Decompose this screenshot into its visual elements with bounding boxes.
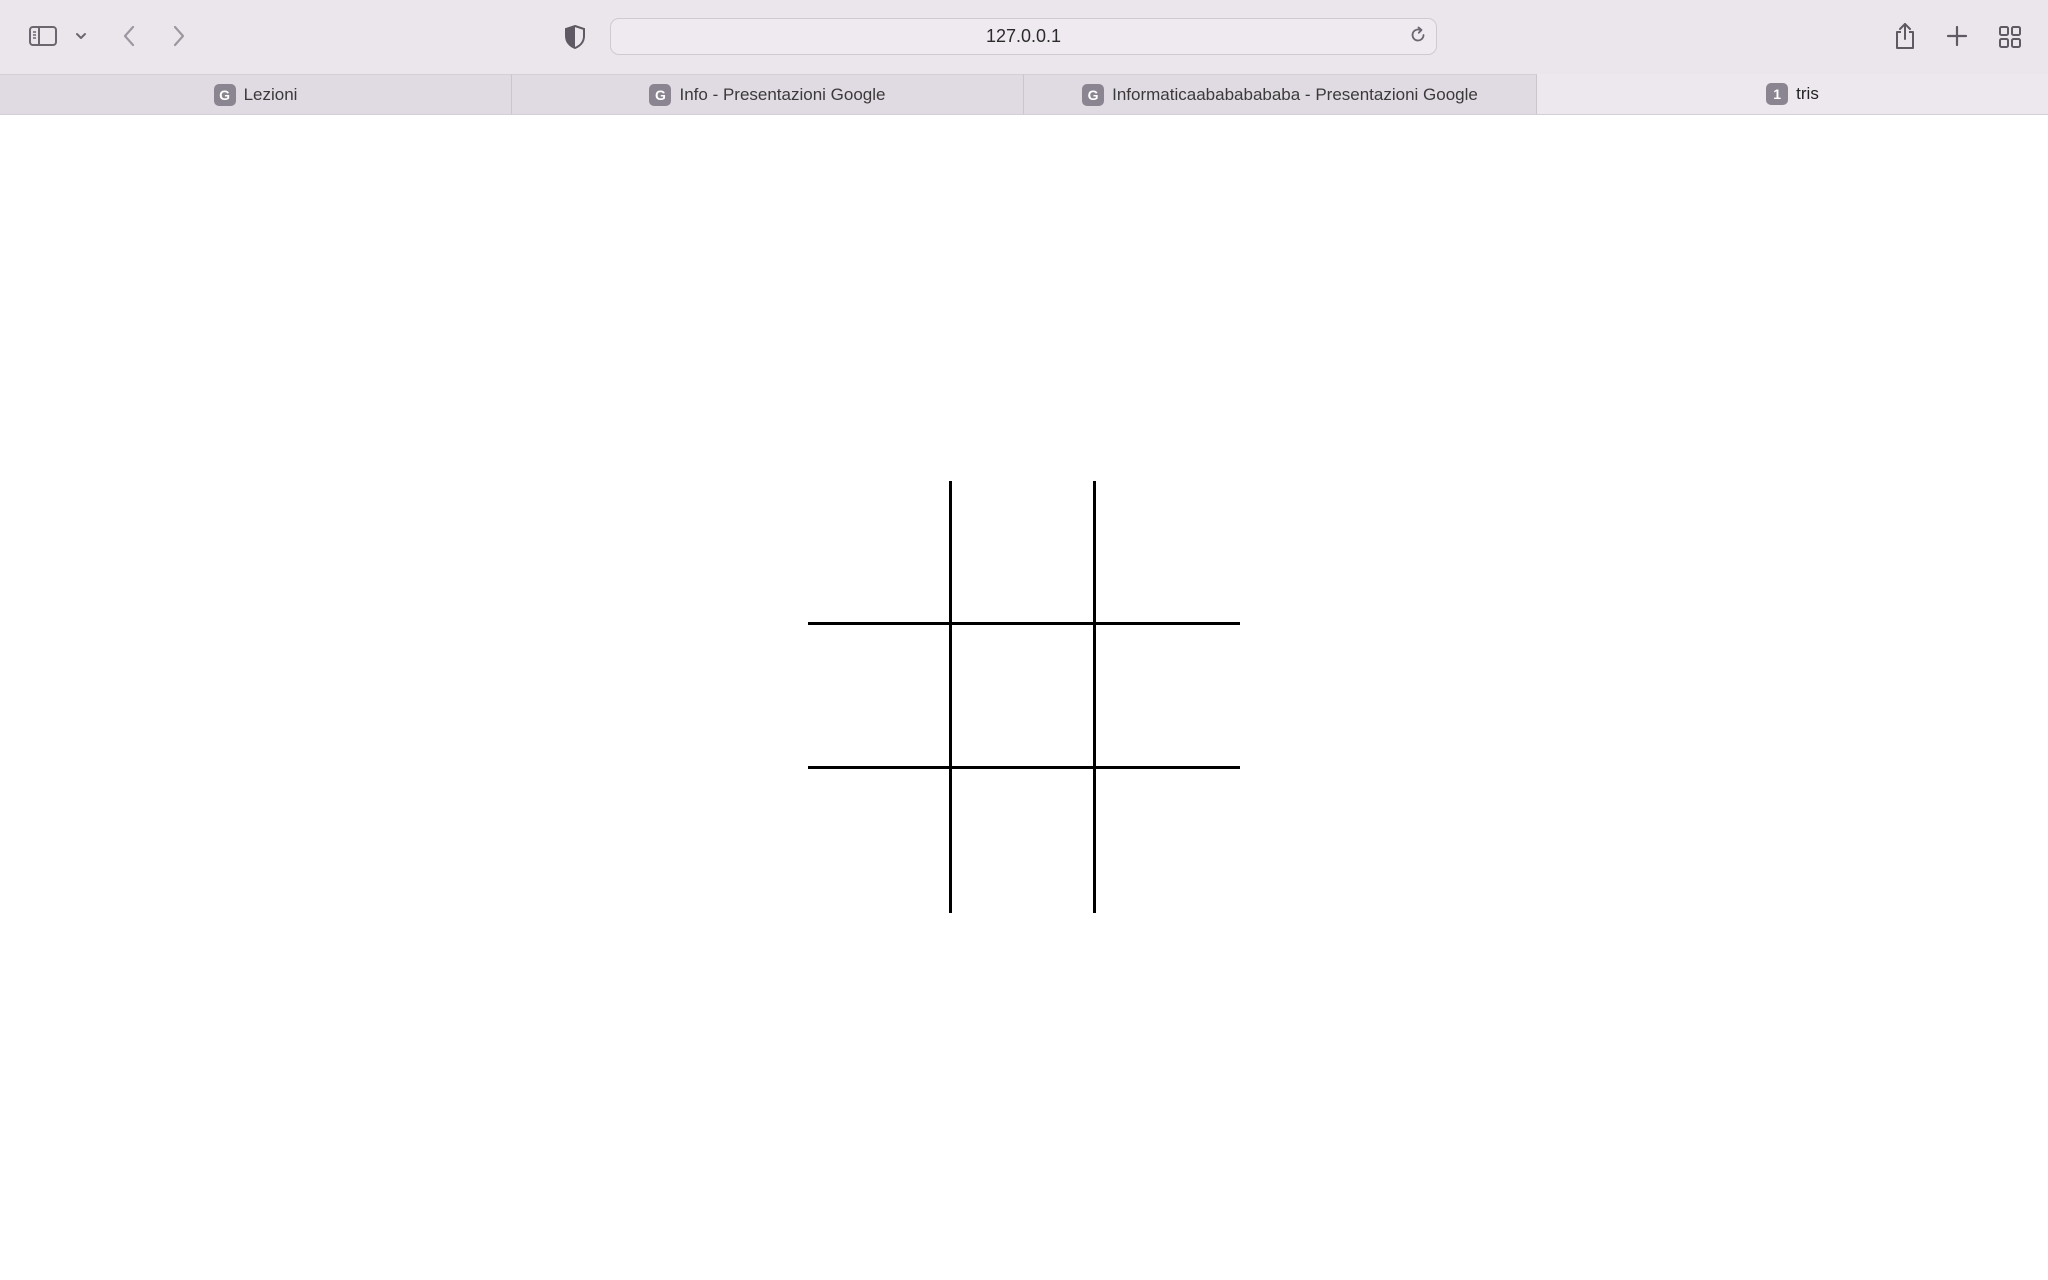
board-cell-2-2[interactable] bbox=[952, 625, 1096, 769]
board-cell-3-2[interactable] bbox=[952, 769, 1096, 913]
forward-button[interactable] bbox=[164, 20, 194, 52]
chevron-down-icon bbox=[74, 31, 88, 41]
tab-tris[interactable]: 1 tris bbox=[1537, 74, 2048, 114]
sidebar-icon bbox=[28, 24, 58, 48]
tab-favicon: G bbox=[213, 83, 236, 106]
grid-icon bbox=[1998, 25, 2022, 49]
tab-favicon: 1 bbox=[1766, 83, 1789, 105]
reload-button[interactable] bbox=[1406, 25, 1430, 49]
tic-tac-toe-board bbox=[808, 481, 1240, 913]
plus-icon bbox=[1946, 25, 1968, 47]
tab-favicon: G bbox=[649, 83, 672, 106]
shield-icon bbox=[563, 24, 587, 50]
board-cell-1-2[interactable] bbox=[952, 481, 1096, 625]
new-tab-button[interactable] bbox=[1943, 22, 1971, 50]
tab-label: Lezioni bbox=[243, 84, 298, 104]
board-cell-3-1[interactable] bbox=[808, 769, 952, 913]
chevron-right-icon bbox=[169, 23, 189, 49]
tab-label: tris bbox=[1796, 84, 1819, 103]
privacy-report-button[interactable] bbox=[560, 22, 590, 52]
board-cell-1-3[interactable] bbox=[1096, 481, 1240, 625]
chevron-left-icon bbox=[119, 23, 139, 49]
tab-bar: G Lezioni G Info - Presentazioni Google … bbox=[0, 74, 2048, 115]
reload-icon bbox=[1408, 25, 1428, 50]
board-cell-2-3[interactable] bbox=[1096, 625, 1240, 769]
board-cell-1-1[interactable] bbox=[808, 481, 952, 625]
sidebar-menu-button[interactable] bbox=[72, 26, 90, 46]
share-button[interactable] bbox=[1890, 18, 1920, 54]
address-url[interactable]: 127.0.0.1 bbox=[611, 19, 1436, 54]
sidebar-toggle-button[interactable] bbox=[26, 20, 60, 52]
address-bar[interactable]: 127.0.0.1 bbox=[610, 18, 1437, 55]
tab-info-presentazioni[interactable]: G Info - Presentazioni Google bbox=[512, 74, 1024, 114]
share-icon bbox=[1893, 21, 1917, 51]
tab-lezioni[interactable]: G Lezioni bbox=[0, 74, 512, 114]
board-cell-2-1[interactable] bbox=[808, 625, 952, 769]
browser-toolbar: 127.0.0.1 bbox=[0, 0, 2048, 74]
tab-overview-button[interactable] bbox=[1995, 22, 2025, 52]
tab-informatica-presentazioni[interactable]: G Informaticaabababababa - Presentazioni… bbox=[1024, 74, 1537, 114]
tab-favicon: G bbox=[1082, 83, 1105, 106]
board-cell-3-3[interactable] bbox=[1096, 769, 1240, 913]
back-button[interactable] bbox=[114, 20, 144, 52]
tab-label: Info - Presentazioni Google bbox=[679, 84, 886, 104]
tab-label: Informaticaabababababa - Presentazioni G… bbox=[1112, 84, 1478, 104]
